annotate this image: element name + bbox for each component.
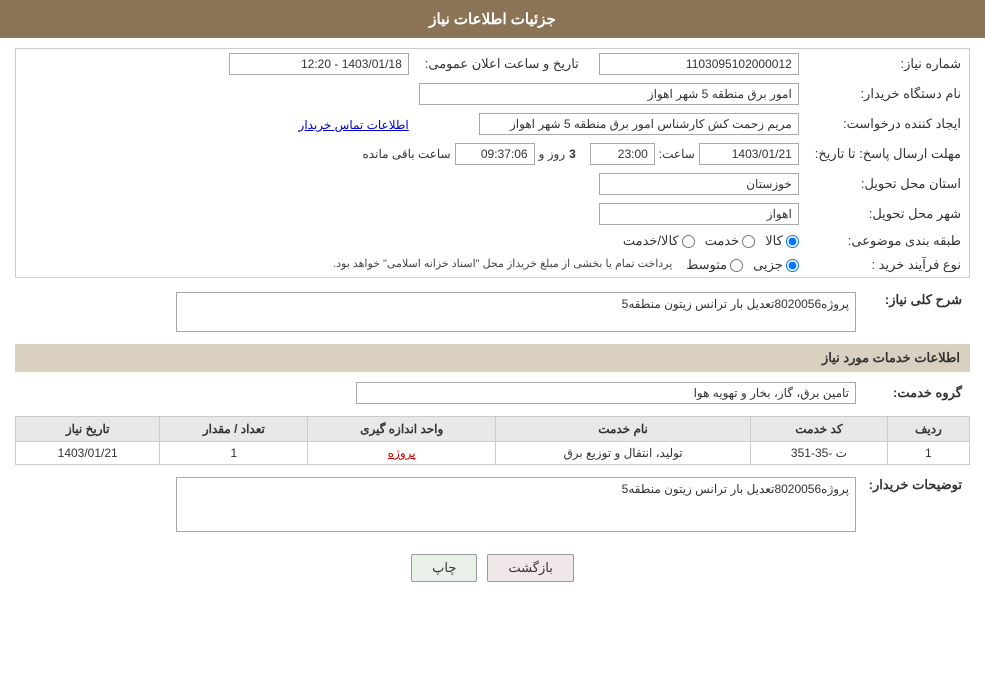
- col-tedad: تعداد / مقدار: [160, 417, 308, 442]
- radio-kala[interactable]: کالا: [765, 233, 799, 249]
- radio-jozii-input[interactable]: [786, 259, 799, 272]
- shomara-niaz-value-cell: [587, 49, 807, 79]
- ijad-konande-cell: [417, 109, 807, 139]
- gorohe-khedmat-input[interactable]: [356, 382, 856, 404]
- shahr-label: شهر محل تحویل:: [807, 199, 969, 229]
- noe-farayand-cell: جزیی متوسط پرداخت تمام یا بخشی از مبلغ خ…: [16, 253, 807, 277]
- radio-khedmat[interactable]: خدمت: [705, 233, 756, 249]
- ostan-label: استان محل تحویل:: [807, 169, 969, 199]
- sharh-label: شرح کلی نیاز:: [860, 288, 970, 336]
- page-header: جزئیات اطلاعات نیاز: [0, 0, 985, 38]
- mohlat-row-cell: ساعت: 3 روز و ساعت باقی مانده: [16, 139, 807, 169]
- ostan-input[interactable]: [599, 173, 799, 195]
- radio-kala-input[interactable]: [786, 235, 799, 248]
- table-row: 1 ت -35-351 تولید، انتقال و توزیع برق پر…: [16, 442, 970, 465]
- shomara-niaz-label: شماره نیاز:: [807, 49, 969, 79]
- mohlat-date-input[interactable]: [699, 143, 799, 165]
- radio-kala-khedmat-label: کالا/خدمت: [623, 233, 679, 249]
- cell-radif: 1: [887, 442, 969, 465]
- mohlat-mande-input[interactable]: [455, 143, 535, 165]
- mohlat-roz-value: 3: [569, 147, 576, 161]
- tarikh-input[interactable]: [229, 53, 409, 75]
- radio-khedmat-label: خدمت: [705, 233, 740, 249]
- radio-khedmat-input[interactable]: [742, 235, 755, 248]
- shomara-niaz-input[interactable]: [599, 53, 799, 75]
- ostan-cell: [16, 169, 807, 199]
- tawsifat-label: توضیحات خریدار:: [860, 473, 970, 536]
- cell-vahed: پروژه: [308, 442, 496, 465]
- ijad-konande-label: ایجاد کننده درخواست:: [807, 109, 969, 139]
- tarikh-label: تاریخ و ساعت اعلان عمومی:: [417, 49, 587, 79]
- noe-farayand-label: نوع فرآیند خرید :: [807, 253, 969, 277]
- tawsifat-cell: پروژه8020056تعدیل بار ترانس زیتون منطقه5: [15, 473, 860, 536]
- gorohe-khedmat-label: گروه خدمت:: [860, 378, 970, 408]
- shahr-input[interactable]: [599, 203, 799, 225]
- cell-tarikh: 1403/01/21: [16, 442, 160, 465]
- radio-kala-khedmat-input[interactable]: [682, 235, 695, 248]
- print-button[interactable]: چاپ: [411, 554, 477, 582]
- mohlat-saat-input[interactable]: [590, 143, 655, 165]
- tabaqe-label: طبقه بندی موضوعی:: [807, 229, 969, 253]
- col-vahed: واحد اندازه گیری: [308, 417, 496, 442]
- contact-link-cell[interactable]: اطلاعات تماس خریدار: [16, 109, 417, 139]
- sharh-value: پروژه8020056تعدیل بار ترانس زیتون منطقه5: [176, 292, 856, 332]
- ijad-konande-input[interactable]: [479, 113, 799, 135]
- col-kod: کد خدمت: [751, 417, 888, 442]
- tawsifat-value: پروژه8020056تعدیل بار ترانس زیتون منطقه5: [176, 477, 856, 532]
- cell-tedad: 1: [160, 442, 308, 465]
- mohlat-mande-label: ساعت باقی مانده: [363, 147, 451, 161]
- mohlat-label: مهلت ارسال پاسخ: تا تاریخ:: [807, 139, 969, 169]
- page-title: جزئیات اطلاعات نیاز: [429, 11, 556, 28]
- col-name: نام خدمت: [496, 417, 751, 442]
- name-dastgah-label: نام دستگاه خریدار:: [807, 79, 969, 109]
- sharh-cell: پروژه8020056تعدیل بار ترانس زیتون منطقه5: [15, 288, 860, 336]
- radio-motavasset-input[interactable]: [730, 259, 743, 272]
- tarikh-value-cell: [16, 49, 417, 79]
- radio-jozii-label: جزیی: [753, 257, 783, 273]
- col-radif: ردیف: [887, 417, 969, 442]
- radio-motavasset-label: متوسط: [686, 257, 727, 273]
- shahr-cell: [16, 199, 807, 229]
- radio-jozii[interactable]: جزیی: [753, 257, 799, 273]
- button-row: بازگشت چاپ: [15, 544, 970, 592]
- back-button[interactable]: بازگشت: [487, 554, 573, 582]
- radio-kala-khedmat[interactable]: کالا/خدمت: [623, 233, 695, 249]
- cell-kod: ت -35-351: [751, 442, 888, 465]
- radio-motavasset[interactable]: متوسط: [686, 257, 743, 273]
- tabaqe-cell: کالا خدمت کالا/خدمت: [16, 229, 807, 253]
- mohlat-saat-label: ساعت:: [659, 147, 695, 161]
- contact-link[interactable]: اطلاعات تماس خریدار: [299, 118, 409, 132]
- noe-farayand-note: پرداخت تمام یا بخشی از مبلغ خریداز محل "…: [333, 257, 672, 270]
- name-dastgah-cell: [16, 79, 807, 109]
- gorohe-khedmat-cell: [15, 378, 860, 408]
- khedmat-section-title: اطلاعات خدمات مورد نیاز: [15, 344, 970, 372]
- radio-kala-label: کالا: [765, 233, 783, 249]
- name-dastgah-input[interactable]: [419, 83, 799, 105]
- mohlat-roz-label: روز و: [539, 147, 566, 161]
- cell-name: تولید، انتقال و توزیع برق: [496, 442, 751, 465]
- col-tarikh: تاریخ نیاز: [16, 417, 160, 442]
